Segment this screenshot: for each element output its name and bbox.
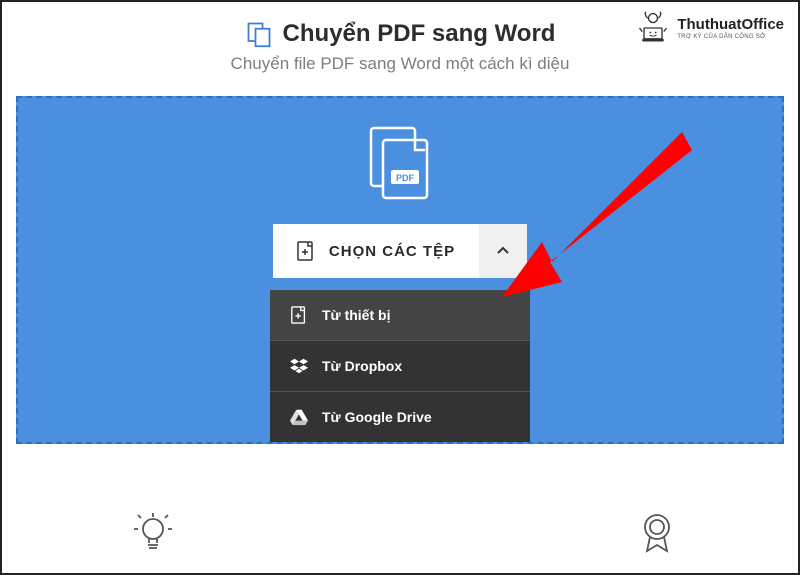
dropdown-item-dropbox[interactable]: Từ Dropbox [270, 341, 530, 392]
choose-files-label: CHỌN CÁC TỆP [329, 243, 455, 260]
dropdown-item-device[interactable]: Từ thiết bị [270, 290, 530, 341]
chevron-up-icon [496, 244, 510, 258]
file-dropzone[interactable]: PDF CHỌN CÁC TỆP [16, 96, 784, 444]
page-header: Chuyển PDF sang Word Chuyển file PDF san… [2, 2, 798, 82]
dropbox-icon [290, 357, 308, 375]
google-drive-icon [290, 408, 308, 426]
choose-files-caret-button[interactable] [479, 224, 527, 278]
svg-text:PDF: PDF [396, 173, 415, 183]
dropdown-item-label: Từ Dropbox [322, 358, 402, 374]
source-dropdown: Từ thiết bị Từ Dropbox Từ Google Drive [270, 290, 530, 442]
file-add-icon [290, 306, 308, 324]
pdf-stack-icon: PDF [365, 126, 435, 206]
lightbulb-icon [132, 511, 174, 553]
file-add-icon [297, 241, 315, 261]
page-subtitle: Chuyển file PDF sang Word một cách kì di… [22, 54, 778, 74]
dropdown-item-label: Từ Google Drive [322, 409, 432, 425]
dropdown-item-google-drive[interactable]: Từ Google Drive [270, 392, 530, 442]
dropdown-item-label: Từ thiết bị [322, 307, 390, 323]
award-ribbon-icon [636, 511, 678, 553]
choose-files-button[interactable]: CHỌN CÁC TỆP [273, 224, 479, 278]
pdf-to-word-icon [245, 20, 273, 48]
page-title: Chuyển PDF sang Word [283, 20, 556, 48]
choose-files-row: CHỌN CÁC TỆP [273, 224, 527, 278]
